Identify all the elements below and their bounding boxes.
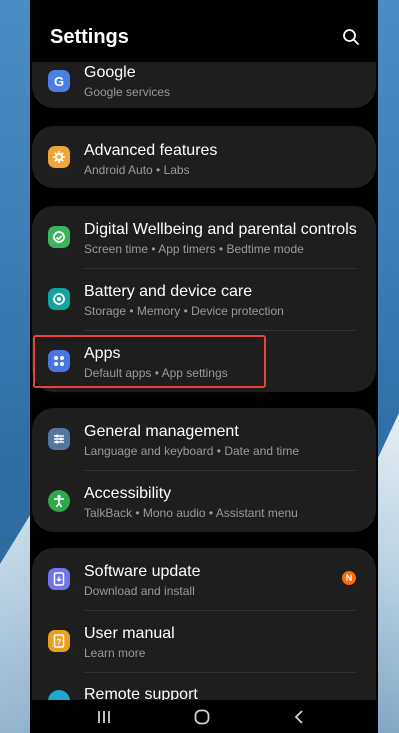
settings-item-label: Battery and device care (84, 283, 253, 300)
app-header: Settings (30, 0, 378, 62)
settings-item-google[interactable]: G Google Google services (32, 60, 376, 122)
general-management-icon (48, 428, 70, 450)
navigation-bar (30, 700, 378, 733)
settings-item-label: Digital Wellbeing and parental controls (84, 221, 357, 238)
settings-item-user-manual[interactable]: ? User manual Learn more (32, 610, 376, 672)
settings-item-subtitle: TalkBack • Mono audio • Assistant menu (84, 506, 298, 520)
settings-item-subtitle: Android Auto • Labs (84, 163, 190, 177)
settings-item-subtitle: Screen time • App timers • Bedtime mode (84, 242, 304, 256)
settings-item-subtitle: Language and keyboard • Date and time (84, 444, 300, 458)
battery-care-icon (48, 288, 70, 310)
recents-icon[interactable] (89, 707, 119, 727)
settings-item-subtitle: Learn more (84, 646, 146, 660)
new-badge: N (342, 571, 356, 585)
settings-item-digital-wellbeing[interactable]: Digital Wellbeing and parental controls … (32, 206, 376, 268)
search-icon[interactable] (342, 28, 360, 46)
advanced-features-icon (48, 146, 70, 168)
google-icon: G (48, 70, 70, 92)
apps-highlight-box (33, 335, 266, 388)
settings-item-label: Advanced features (84, 142, 218, 159)
settings-item-subtitle: Download and install (84, 584, 195, 598)
svg-text:?: ? (57, 638, 62, 647)
card-general: General management Language and keyboard… (32, 408, 376, 532)
settings-item-subtitle: Storage • Memory • Device protection (84, 304, 284, 318)
settings-item-label: User manual (84, 625, 175, 642)
settings-item-general-management[interactable]: General management Language and keyboard… (32, 408, 376, 470)
settings-item-software-update[interactable]: Software update Download and install N (32, 548, 376, 610)
accessibility-icon (48, 490, 70, 512)
page-title: Settings (50, 26, 129, 48)
settings-screen: G Google Google services Advanced featur… (30, 0, 378, 733)
settings-item-accessibility[interactable]: Accessibility TalkBack • Mono audio • As… (32, 470, 376, 532)
settings-item-battery-device-care[interactable]: Battery and device care Storage • Memory… (32, 268, 376, 330)
home-icon[interactable] (187, 707, 217, 727)
software-update-icon (48, 568, 70, 590)
wellbeing-icon (48, 226, 70, 248)
card-advanced: Advanced features Android Auto • Labs (32, 126, 376, 188)
user-manual-icon: ? (48, 630, 70, 652)
settings-item-label: Software update (84, 563, 201, 580)
settings-item-advanced-features[interactable]: Advanced features Android Auto • Labs (32, 126, 376, 188)
settings-item-label: Google (84, 64, 136, 81)
back-icon[interactable] (284, 707, 314, 727)
settings-item-label: Accessibility (84, 485, 172, 502)
settings-item-label: General management (84, 423, 239, 440)
settings-item-subtitle: Google services (84, 85, 171, 99)
